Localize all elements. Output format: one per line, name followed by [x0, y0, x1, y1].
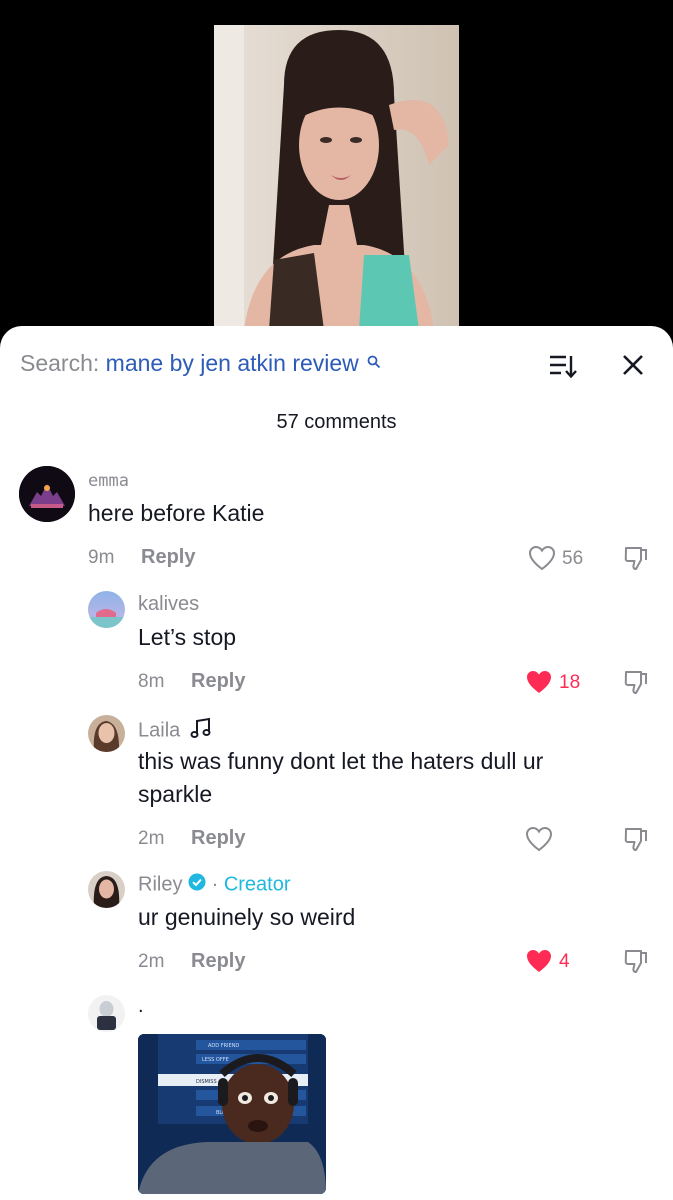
comment-time: 8m [138, 671, 165, 692]
avatar[interactable] [19, 466, 75, 522]
comment-time: 2m [138, 951, 165, 972]
search-query-link[interactable]: mane by jen atkin review [106, 350, 359, 376]
music-note-icon [190, 717, 212, 745]
heart-filled-icon[interactable] [525, 669, 553, 695]
gif-menu-text: DISMISS [196, 1079, 217, 1085]
heart-outline-icon[interactable] [525, 826, 553, 852]
gif-attachment[interactable]: ADD FRIEND LESS OFFE DISMISS BLO [138, 1034, 326, 1194]
comments-count: 57 comments [276, 411, 397, 433]
creator-label: Creator [223, 873, 291, 896]
close-icon[interactable] [620, 352, 646, 378]
verified-badge-icon [188, 873, 206, 897]
like-count: 56 [562, 548, 584, 569]
comment-text: this was funny dont let the haters dull … [138, 748, 544, 807]
comment-text: here before Katie [88, 500, 265, 526]
reply-button[interactable]: Reply [191, 827, 245, 850]
heart-outline-icon[interactable] [528, 545, 556, 571]
avatar[interactable] [88, 995, 125, 1032]
dislike-icon[interactable] [622, 668, 650, 696]
search-prefix: Search: [20, 350, 100, 376]
gif-menu-text: ADD FRIEND [208, 1043, 239, 1049]
like-count: 18 [559, 672, 581, 693]
sort-icon[interactable] [548, 353, 578, 379]
avatar[interactable] [88, 591, 125, 628]
comment-username[interactable]: Laila [138, 717, 212, 745]
comment-text: Let’s stop [138, 624, 237, 650]
video-player[interactable] [0, 0, 673, 340]
comment-time: 2m [138, 828, 165, 849]
comments-sheet: Search: mane by jen atkin review 57 comm… [0, 326, 673, 1200]
comment-username[interactable]: kalives [138, 593, 199, 616]
dislike-icon[interactable] [622, 947, 650, 975]
comment-username[interactable]: . [138, 995, 144, 1018]
like-count: 4 [559, 951, 570, 972]
video-thumbnail[interactable] [214, 25, 459, 330]
separator-dot: · [211, 873, 219, 896]
avatar[interactable] [88, 715, 125, 752]
gif-menu-text: LESS OFFE [202, 1057, 229, 1063]
reply-button[interactable]: Reply [191, 950, 245, 973]
comment-text: ur genuinely so weird [138, 904, 356, 930]
heart-filled-icon[interactable] [525, 948, 553, 974]
comment-time: 9m [88, 547, 115, 568]
reply-button[interactable]: Reply [191, 670, 245, 693]
dislike-icon[interactable] [622, 544, 650, 572]
comment-username[interactable]: emma [88, 471, 129, 491]
search-icon [367, 348, 381, 375]
comment-username[interactable]: Riley · Creator [138, 873, 291, 897]
search-suggestion[interactable]: Search: mane by jen atkin review [20, 350, 381, 377]
avatar[interactable] [88, 871, 125, 908]
reply-button[interactable]: Reply [141, 546, 195, 569]
dislike-icon[interactable] [622, 825, 650, 853]
